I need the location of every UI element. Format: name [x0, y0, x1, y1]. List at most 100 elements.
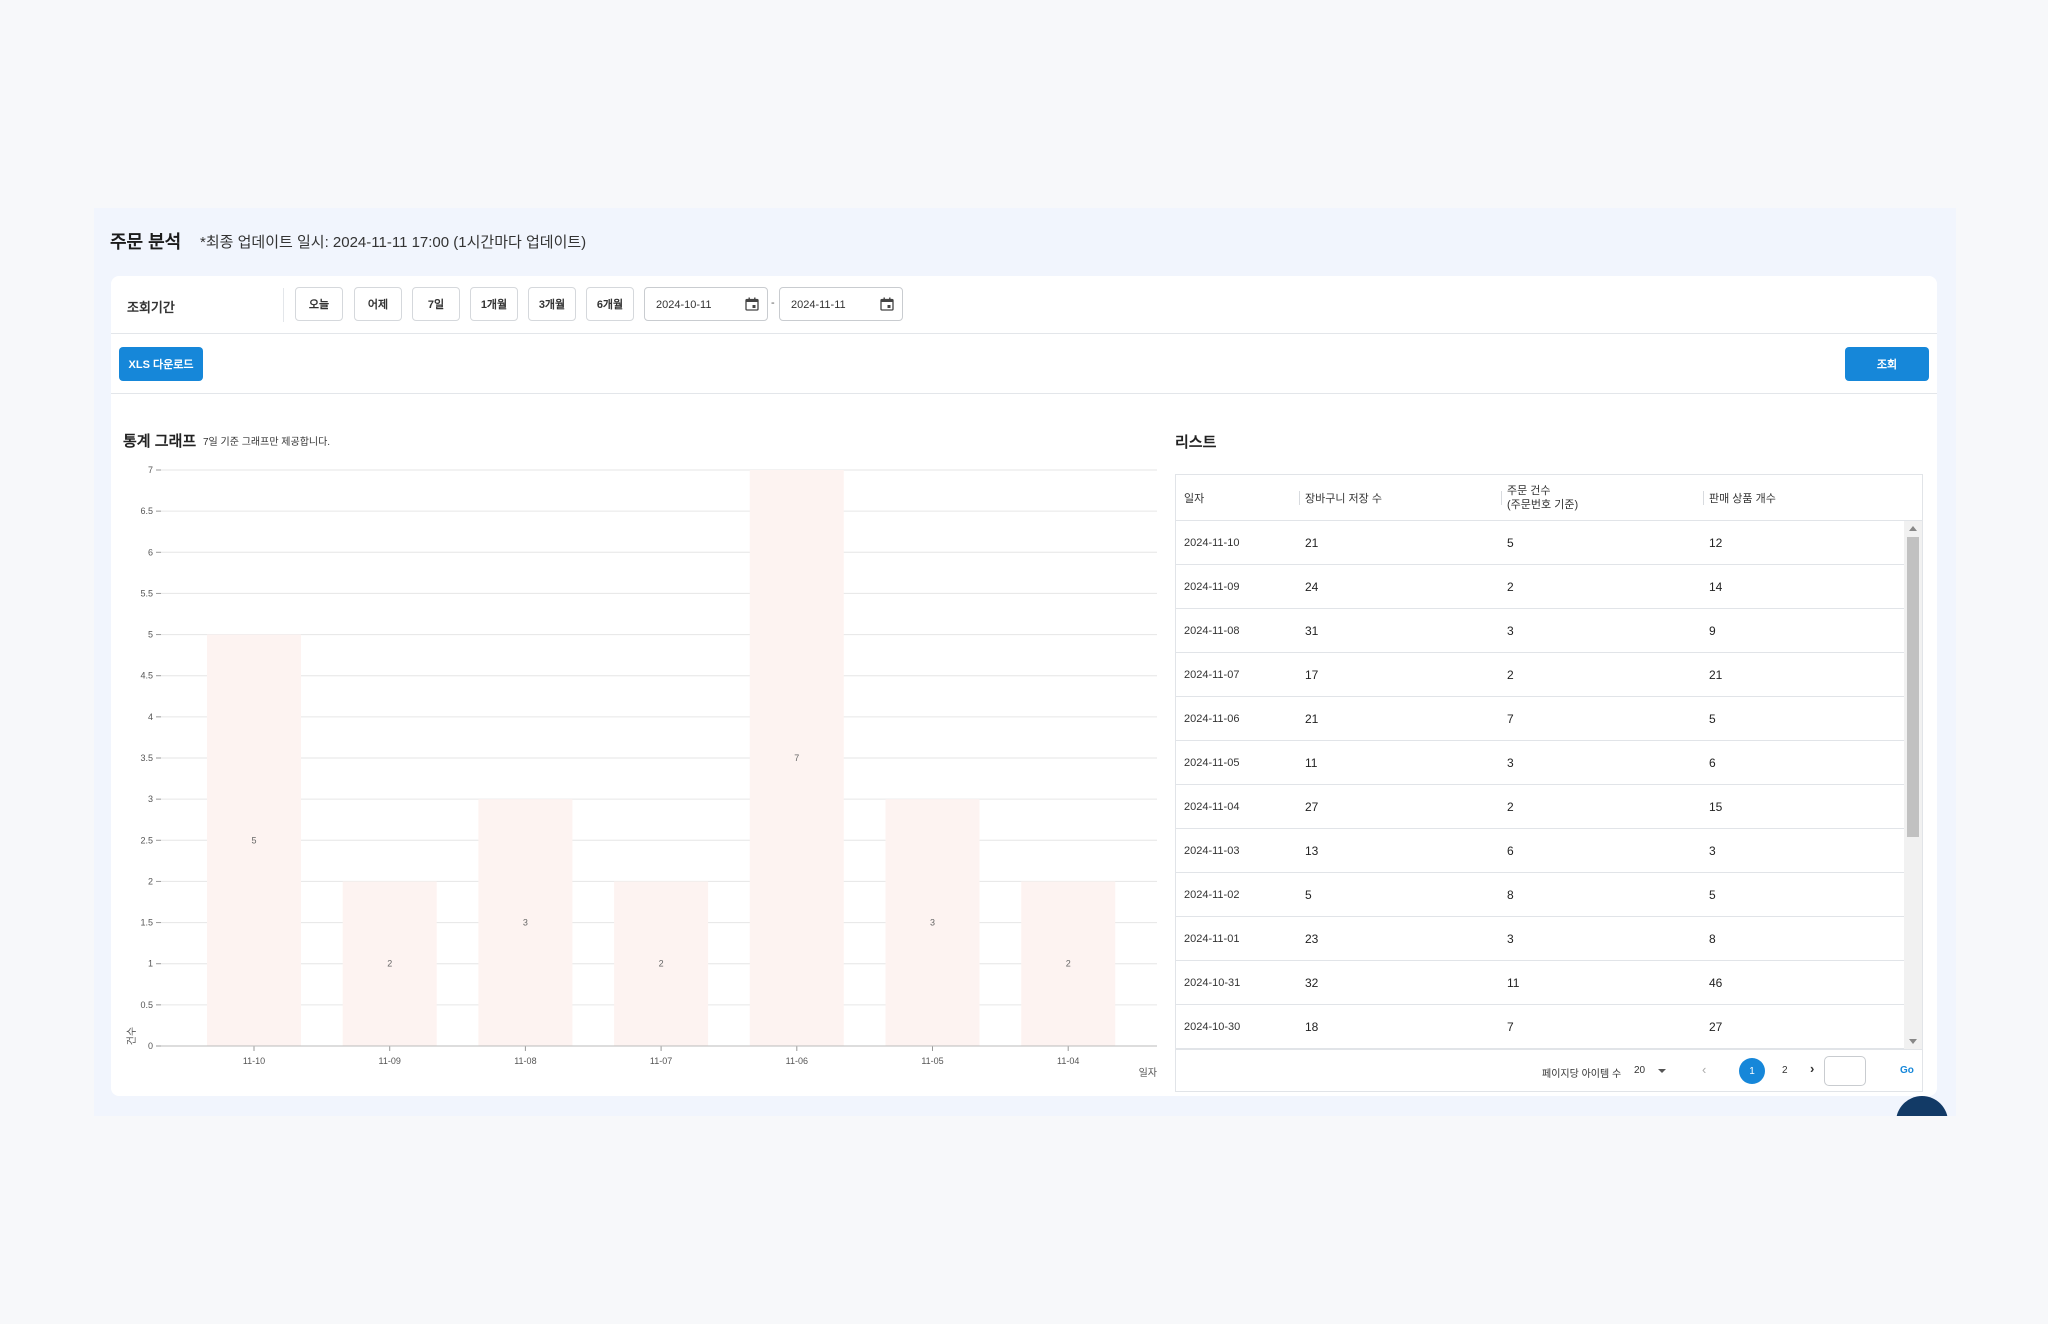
table-row: 2024-11-06 21 7 5: [1176, 697, 1906, 741]
calendar-icon[interactable]: [880, 297, 894, 311]
y-tick-label: 3.5: [140, 753, 153, 763]
go-button[interactable]: Go: [1900, 1065, 1914, 1076]
bar-data-label: 2: [387, 959, 392, 969]
cell-items-sold: 27: [1709, 1020, 1723, 1034]
y-tick-label: 5: [148, 630, 153, 640]
y-tick-label: 2.5: [140, 835, 153, 845]
y-tick-label: 6.5: [140, 506, 153, 516]
table-row: 2024-11-01 23 3 8: [1176, 917, 1906, 961]
items-per-page-select[interactable]: 20: [1634, 1065, 1645, 1076]
cell-cart-saves: 27: [1305, 800, 1319, 814]
period-7days-button[interactable]: 7일: [412, 287, 460, 321]
cell-order-count: 11: [1507, 976, 1520, 990]
pagination: 페이지당 아이템 수 20 ‹ 1 2 › Go: [1176, 1049, 1922, 1093]
scroll-up-icon[interactable]: [1909, 526, 1917, 531]
cell-items-sold: 12: [1709, 536, 1723, 550]
cell-items-sold: 9: [1709, 624, 1716, 638]
chevron-down-icon[interactable]: [1658, 1069, 1666, 1073]
x-axis-label: 일자: [1139, 1067, 1157, 1079]
cell-order-count: 3: [1507, 624, 1514, 638]
bar-data-label: 5: [251, 835, 256, 845]
scroll-thumb[interactable]: [1907, 537, 1919, 837]
page-number-input[interactable]: [1824, 1056, 1866, 1086]
cell-date: 2024-11-09: [1184, 581, 1240, 593]
list-title: 리스트: [1175, 434, 1217, 451]
cell-cart-saves: 11: [1305, 756, 1318, 770]
table-row: 2024-10-30 18 7 27: [1176, 1005, 1906, 1049]
cell-order-count: 8: [1507, 888, 1514, 902]
cell-cart-saves: 21: [1305, 712, 1319, 726]
period-1month-button[interactable]: 1개월: [470, 287, 518, 321]
filter-row: 조회기간 오늘 어제 7일 1개월 3개월 6개월 2024-10-11 - 2…: [111, 276, 1937, 334]
update-note: *최종 업데이트 일시: 2024-11-11 17:00 (1시간마다 업데이…: [200, 234, 587, 251]
table-row: 2024-11-10 21 5 12: [1176, 521, 1906, 565]
x-tick-label: 11-09: [379, 1056, 401, 1066]
cell-date: 2024-10-31: [1184, 977, 1241, 989]
cell-order-count: 7: [1507, 1020, 1514, 1034]
search-button[interactable]: 조회: [1845, 347, 1929, 381]
start-date-input[interactable]: 2024-10-11: [644, 287, 768, 321]
chat-fab-button[interactable]: [1896, 1096, 1948, 1116]
cell-cart-saves: 31: [1305, 624, 1319, 638]
cell-order-count: 3: [1507, 756, 1514, 770]
cell-items-sold: 6: [1709, 756, 1716, 770]
cell-cart-saves: 32: [1305, 976, 1319, 990]
scroll-down-icon[interactable]: [1909, 1039, 1917, 1044]
y-tick-label: 3: [148, 794, 153, 804]
end-date-input[interactable]: 2024-11-11: [779, 287, 903, 321]
y-tick-label: 7: [148, 465, 153, 475]
y-tick-label: 0.5: [140, 1000, 153, 1010]
column-header-order-count: 주문 건수 (주문번호 기준): [1500, 475, 1578, 521]
page-title: 주문 분석: [110, 232, 182, 252]
start-date-value: 2024-10-11: [656, 299, 712, 311]
table-row: 2024-10-31 32 11 46: [1176, 961, 1906, 1005]
x-tick-label: 11-07: [650, 1056, 672, 1066]
xls-download-button[interactable]: XLS 다운로드: [119, 347, 203, 381]
cell-date: 2024-11-04: [1184, 801, 1240, 813]
period-3months-button[interactable]: 3개월: [528, 287, 576, 321]
page-1-button[interactable]: 1: [1739, 1058, 1765, 1084]
period-yesterday-button[interactable]: 어제: [354, 287, 402, 321]
cell-items-sold: 15: [1709, 800, 1723, 814]
table-row: 2024-11-05 11 3 6: [1176, 741, 1906, 785]
prev-page-button[interactable]: ‹: [1702, 1062, 1706, 1077]
period-6months-button[interactable]: 6개월: [586, 287, 634, 321]
table-header: 일자 장바구니 저장 수 주문 건수 (주문번호 기준) 판매 상품 개수: [1176, 475, 1922, 521]
y-tick-label: 1.5: [140, 918, 153, 928]
x-tick-label: 11-08: [514, 1056, 536, 1066]
cell-date: 2024-11-05: [1184, 757, 1240, 769]
period-today-button[interactable]: 오늘: [295, 287, 343, 321]
page-2-button[interactable]: 2: [1782, 1065, 1788, 1076]
column-header-items-sold: 판매 상품 개수: [1703, 475, 1776, 521]
table-row: 2024-11-04 27 2 15: [1176, 785, 1906, 829]
cell-date: 2024-11-08: [1184, 625, 1240, 637]
analysis-card: 조회기간 오늘 어제 7일 1개월 3개월 6개월 2024-10-11 - 2…: [111, 276, 1937, 1096]
cell-items-sold: 3: [1709, 844, 1716, 858]
bar-data-label: 3: [930, 918, 935, 928]
table-body: 2024-11-10 21 5 12 2024-11-09 24 2 14 2024-11-08…: [1176, 521, 1906, 1049]
items-per-page-label: 페이지당 아이템 수: [1542, 1069, 1622, 1080]
cell-date: 2024-10-30: [1184, 1021, 1241, 1033]
next-page-button[interactable]: ›: [1810, 1061, 1814, 1076]
cell-order-count: 3: [1507, 932, 1514, 946]
end-date-value: 2024-11-11: [791, 299, 846, 311]
table-row: 2024-11-09 24 2 14: [1176, 565, 1906, 609]
column-header-order-count-label: 주문 건수: [1507, 485, 1551, 497]
cell-items-sold: 5: [1709, 712, 1716, 726]
y-axis-label: 건수: [126, 1027, 138, 1045]
bar-data-label: 7: [794, 753, 799, 763]
y-tick-label: 6: [148, 547, 153, 557]
cell-cart-saves: 21: [1305, 536, 1319, 550]
calendar-icon[interactable]: [745, 297, 759, 311]
filter-divider: [283, 288, 284, 322]
cell-items-sold: 8: [1709, 932, 1716, 946]
cell-cart-saves: 17: [1305, 668, 1319, 682]
cell-date: 2024-11-03: [1184, 845, 1240, 857]
table-scrollbar[interactable]: [1904, 521, 1922, 1049]
column-header-date: 일자: [1184, 493, 1205, 505]
x-tick-label: 11-04: [1057, 1056, 1079, 1066]
y-tick-label: 0: [148, 1041, 153, 1051]
cell-date: 2024-11-02: [1184, 889, 1240, 901]
table-row: 2024-11-08 31 3 9: [1176, 609, 1906, 653]
statistics-bar-chart: 0 0.5 1 1.5 2 2.5 3 3.5 4 4.5 5 5.5 6 6.5 7 5 11-10 2 11-0…: [126, 465, 1157, 1079]
